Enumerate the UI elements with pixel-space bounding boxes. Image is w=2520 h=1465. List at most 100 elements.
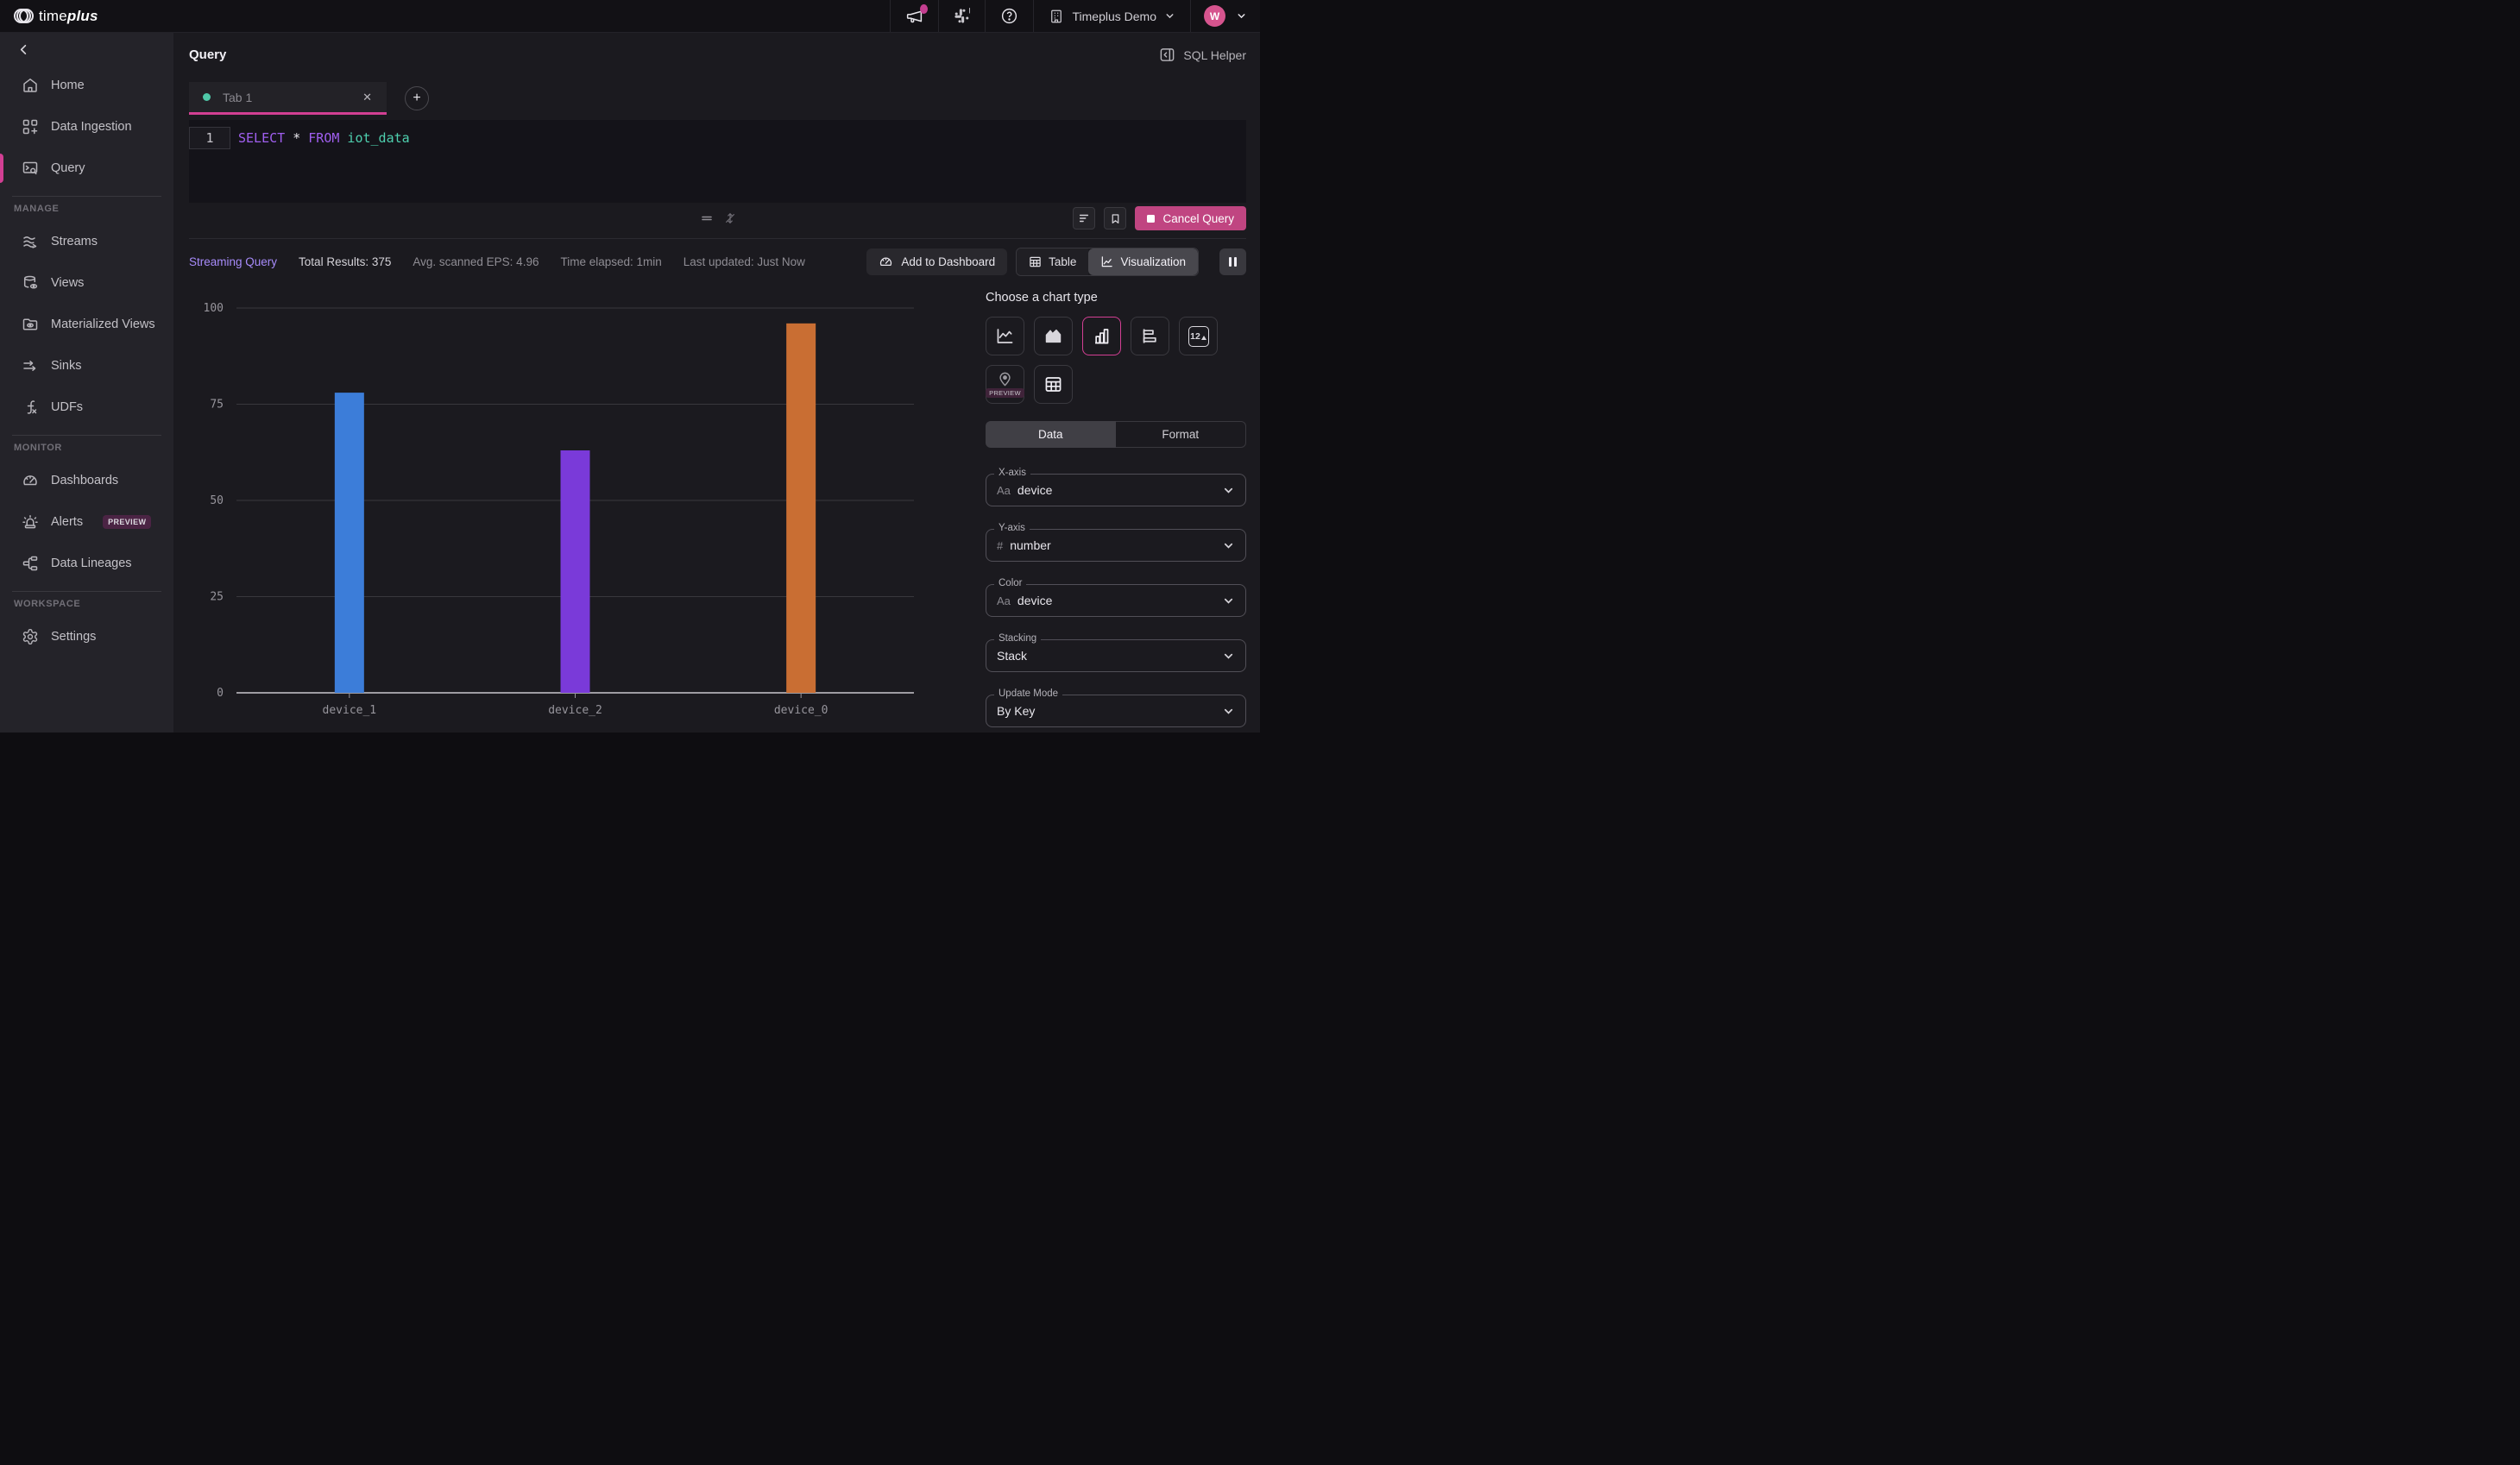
sidebar-collapse-button[interactable] [17, 40, 38, 59]
auto-scroll-off-icon [725, 212, 734, 224]
bookmark-button[interactable] [1104, 207, 1127, 229]
tab-format[interactable]: Format [1115, 421, 1246, 448]
bookmark-icon [1112, 213, 1119, 223]
format-sql-button[interactable] [1073, 207, 1096, 229]
bar-chart: 100 75 50 25 0 device_1 device_2 device_0 [204, 302, 914, 717]
sidebar-item-query[interactable]: Query [0, 148, 173, 189]
data-ingestion-icon [22, 119, 38, 135]
number-type-icon: # [997, 538, 1004, 552]
workspace-selector[interactable]: Timeplus Demo [1033, 0, 1190, 32]
x-axis-select[interactable]: X-axis Aa device [986, 468, 1246, 506]
sidebar-item-data-ingestion[interactable]: Data Ingestion [0, 106, 173, 148]
sidebar-item-streams[interactable]: Streams [0, 221, 173, 262]
sidebar-item-label: Settings [51, 630, 97, 644]
sidebar-item-views[interactable]: Views [0, 262, 173, 304]
svg-text:device_2: device_2 [548, 704, 602, 717]
sql-keyword: SELECT [238, 130, 286, 146]
user-menu[interactable]: W [1190, 0, 1260, 32]
field-value: Stack [997, 649, 1028, 663]
announcements-button[interactable] [890, 0, 938, 32]
chart-type-title: Choose a chart type [986, 291, 1098, 305]
sidebar-item-data-lineages[interactable]: Data Lineages [0, 543, 173, 584]
sidebar-item-label: Data Ingestion [51, 120, 132, 134]
visualization-view-button[interactable]: Visualization [1088, 248, 1198, 275]
text-type-icon: Aa [997, 483, 1011, 497]
column-chart-icon [1095, 329, 1109, 344]
tab-data[interactable]: Data [986, 421, 1116, 448]
streams-icon [23, 236, 37, 248]
editor-resize-controls[interactable] [700, 211, 736, 225]
stop-icon [1147, 214, 1156, 223]
add-to-dashboard-button[interactable]: Add to Dashboard [866, 248, 1008, 275]
svg-text:device_0: device_0 [774, 704, 828, 717]
sidebar-item-settings[interactable]: Settings [0, 616, 173, 657]
total-results: Total Results: 375 [299, 255, 392, 268]
timeplus-app: timeplus Timeplus Demo W Home Data Inges… [0, 0, 1260, 732]
chart-type-line-button[interactable] [986, 317, 1024, 355]
tab-label: Tab 1 [223, 90, 253, 104]
sidebar-item-sinks[interactable]: Sinks [0, 345, 173, 387]
sql-helper-button[interactable]: SQL Helper [1159, 47, 1246, 63]
chart-type-table-button[interactable] [1034, 365, 1073, 404]
query-tabs: Tab 1 ✕ + [189, 82, 1246, 115]
time-elapsed: Time elapsed: 1min [560, 255, 662, 268]
sidebar-item-dashboards[interactable]: Dashboards [0, 460, 173, 501]
sidebar-item-label: Data Lineages [51, 556, 132, 570]
chart-type-bar-button[interactable] [1131, 317, 1169, 355]
active-indicator [0, 154, 3, 183]
slack-button[interactable] [938, 0, 985, 32]
slack-icon [954, 8, 971, 23]
new-tab-button[interactable]: + [405, 86, 429, 110]
svg-text:100: 100 [204, 302, 224, 315]
top-bar-actions: Timeplus Demo W [890, 0, 1260, 32]
query-status-bar: Streaming Query Total Results: 375 Avg. … [189, 239, 1246, 284]
chevron-down-icon [1224, 543, 1233, 549]
page-title: Query [189, 47, 227, 62]
sidebar-item-home[interactable]: Home [0, 65, 173, 106]
timeplus-logo[interactable]: timeplus [0, 7, 98, 26]
horizontal-bar-chart-icon [1143, 329, 1156, 343]
svg-text:0: 0 [217, 687, 224, 700]
avg-eps: Avg. scanned EPS: 4.96 [413, 255, 539, 268]
y-axis-select[interactable]: Y-axis # number [986, 523, 1246, 562]
add-to-dashboard-label: Add to Dashboard [901, 255, 996, 268]
pause-button[interactable] [1219, 248, 1246, 275]
chevron-down-icon [1224, 487, 1233, 494]
tab-tab1[interactable]: Tab 1 ✕ [189, 82, 387, 115]
notification-dot [920, 4, 929, 14]
sql-editor[interactable]: 1 SELECT * FROM iot_data [189, 120, 1246, 203]
sidebar-item-materialized-views[interactable]: Materialized Views [0, 304, 173, 345]
chart-type-map-button[interactable]: PREVIEW [986, 365, 1024, 404]
color-select[interactable]: Color Aa device [986, 578, 1246, 617]
sidebar-item-label: Dashboards [51, 474, 119, 487]
streaming-query-label: Streaming Query [189, 255, 278, 268]
tab-close-icon[interactable]: ✕ [358, 89, 376, 106]
table-view-button[interactable]: Table [1017, 248, 1089, 275]
sidebar-item-label: Alerts [51, 515, 84, 529]
chart-type-single-value-button[interactable]: 12 [1179, 317, 1218, 355]
help-button[interactable] [985, 0, 1033, 32]
svg-text:25: 25 [210, 591, 224, 604]
tab-status-dot [203, 93, 211, 101]
editor-toolbar: Cancel Query [189, 203, 1246, 234]
chart-type-area-button[interactable] [1034, 317, 1073, 355]
sidebar-item-label: Streams [51, 235, 98, 248]
field-value: device [1017, 594, 1053, 607]
chevron-down-icon [1224, 708, 1233, 714]
chevron-down-icon [1166, 14, 1174, 19]
field-label: Update Mode [994, 688, 1063, 699]
code-line: 1 SELECT * FROM iot_data [189, 127, 1246, 149]
chart-type-column-button[interactable] [1082, 317, 1121, 355]
sidebar-section-workspace: WORKSPACE [14, 599, 81, 609]
sidebar-item-udfs[interactable]: UDFs [0, 387, 173, 428]
stacking-select[interactable]: Stacking Stack [986, 633, 1246, 672]
update-mode-select[interactable]: Update Mode By Key [986, 688, 1246, 727]
data-format-tabs: Data Format [986, 421, 1246, 448]
brand-name: timeplus [39, 7, 98, 24]
sidebar-item-alerts[interactable]: Alerts PREVIEW [0, 501, 173, 543]
sidebar-item-label: Materialized Views [51, 318, 155, 331]
text-type-icon: Aa [997, 594, 1011, 607]
udfs-icon [27, 400, 37, 414]
resize-handle-icon [701, 216, 712, 221]
cancel-query-button[interactable]: Cancel Query [1135, 206, 1246, 230]
